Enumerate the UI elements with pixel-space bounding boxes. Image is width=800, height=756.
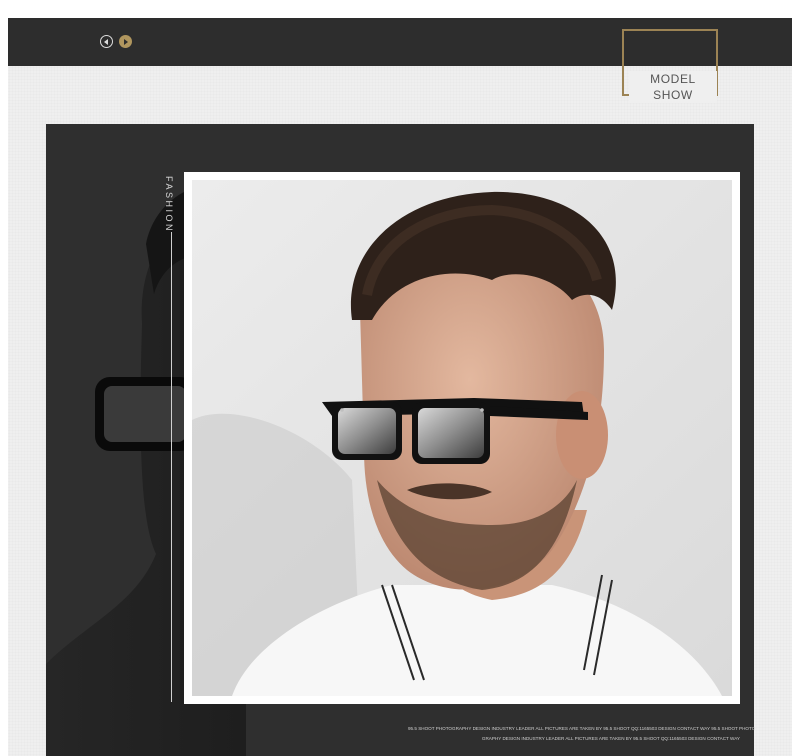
chevron-left-icon: [104, 38, 108, 45]
credits-line-1: 95.5 SHOOT PHOTOGRAPHY DESIGN INDUSTRY L…: [408, 726, 756, 731]
fashion-divider: [171, 232, 172, 702]
next-arrow-button[interactable]: [119, 35, 132, 48]
credits-line-2: GRAPHY DESIGN INDUSTRY LEADER ALL PICTUR…: [481, 736, 740, 741]
model-photo: [192, 180, 732, 696]
section-title: MODEL SHOW: [629, 71, 717, 103]
prev-arrow-button[interactable]: [100, 35, 113, 48]
chevron-right-icon: [124, 38, 128, 45]
fashion-label: FASHION: [164, 176, 174, 234]
photo-credits: 95.5 SHOOT PHOTOGRAPHY DESIGN INDUSTRY L…: [408, 724, 756, 744]
